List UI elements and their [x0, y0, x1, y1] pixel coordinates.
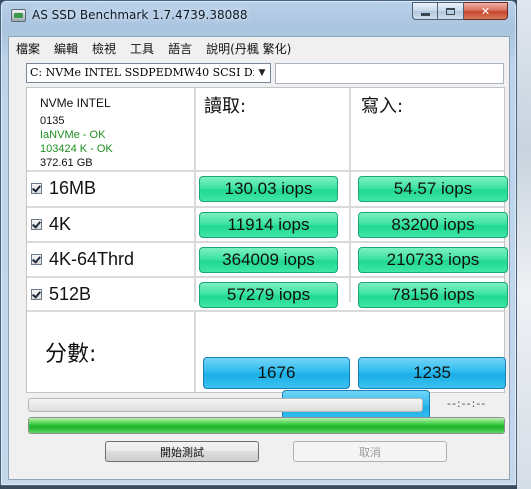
grid-divider	[27, 170, 504, 172]
menu-edit[interactable]: 編輯	[47, 37, 85, 56]
grid-divider	[349, 88, 351, 302]
grid-divider	[27, 276, 504, 278]
write-column-header: 寫入:	[361, 96, 404, 117]
window-title: AS SSD Benchmark 1.7.4739.38088	[32, 8, 248, 22]
maximize-button[interactable]	[438, 2, 464, 20]
alignment-status: 103424 K - OK	[40, 143, 113, 155]
elapsed-timer: --:--:--	[447, 397, 487, 410]
grid-divider	[194, 88, 196, 302]
checkbox-512b[interactable]	[31, 288, 42, 300]
caption-buttons: ✕	[412, 2, 508, 21]
write-result-4k-64thrd: 210733 iops	[358, 247, 508, 273]
test-label-16mb: 16MB	[49, 177, 97, 198]
drive-select-value: C: NVMe INTEL SSDPEDMW40 SCSI Disk D	[30, 66, 271, 79]
grid-divider	[27, 206, 504, 208]
write-result-4k: 83200 iops	[358, 212, 508, 238]
checkbox-4k-64thrd[interactable]	[31, 253, 42, 265]
drive-firmware: 0135	[40, 115, 65, 127]
read-result-4k: 11914 iops	[199, 212, 338, 238]
app-icon	[11, 9, 26, 22]
read-column-header: 讀取:	[204, 96, 247, 117]
checkbox-4k[interactable]	[31, 218, 42, 230]
title-bar[interactable]: AS SSD Benchmark 1.7.4739.38088 ✕	[1, 1, 516, 29]
close-icon: ✕	[480, 4, 491, 18]
results-grid: NVMe INTEL 0135 IaNVMe - OK 103424 K - O…	[26, 87, 508, 422]
menu-bar: 檔案 編輯 檢視 工具 語言 說明(丹楓 繁化)	[9, 37, 509, 59]
drive-capacity: 372.61 GB	[40, 157, 93, 169]
read-result-512b: 57279 iops	[199, 282, 338, 308]
maximize-icon	[446, 7, 455, 15]
read-result-16mb: 130.03 iops	[199, 176, 338, 202]
cancel-button[interactable]: 取消	[293, 441, 447, 462]
overall-progress-fill	[29, 418, 504, 433]
test-row-16mb: 16MB	[31, 173, 96, 203]
dropdown-arrow-icon[interactable]: ▼	[254, 64, 270, 82]
write-result-512b: 78156 iops	[358, 282, 508, 308]
drive-model: NVMe INTEL	[40, 96, 111, 110]
menu-view[interactable]: 檢視	[85, 37, 123, 56]
close-button[interactable]: ✕	[464, 2, 508, 20]
desktop-background	[517, 0, 531, 489]
test-label-4k: 4K	[49, 213, 72, 234]
minimize-icon	[420, 12, 430, 16]
test-row-512b: 512B	[31, 279, 91, 309]
drive-select[interactable]: C: NVMe INTEL SSDPEDMW40 SCSI Disk D ▼	[26, 63, 271, 83]
grid-divider	[27, 310, 504, 312]
test-row-4k: 4K	[31, 209, 71, 239]
drive-info-field[interactable]	[275, 63, 504, 84]
app-window: AS SSD Benchmark 1.7.4739.38088 ✕ 檔案 編輯 …	[0, 0, 517, 486]
test-row-4k-64thrd: 4K-64Thrd	[31, 244, 134, 274]
menu-help[interactable]: 說明(丹楓 繁化)	[199, 37, 298, 56]
write-result-16mb: 54.57 iops	[358, 176, 508, 202]
minimize-button[interactable]	[412, 2, 438, 20]
grid-divider	[27, 241, 504, 243]
read-result-4k-64thrd: 364009 iops	[199, 247, 338, 273]
overall-progress-bar	[28, 417, 505, 434]
grid-divider	[194, 310, 196, 392]
driver-status: IaNVMe - OK	[40, 129, 106, 141]
write-score: 1235	[358, 357, 506, 389]
test-label-4k-64thrd: 4K-64Thrd	[49, 248, 135, 269]
test-label-512b: 512B	[49, 283, 92, 304]
score-label: 分數:	[45, 342, 97, 367]
test-progress-bar	[28, 398, 423, 412]
read-score: 1676	[203, 357, 350, 389]
menu-tools[interactable]: 工具	[123, 37, 161, 56]
start-button[interactable]: 開始測試	[105, 441, 259, 462]
menu-file[interactable]: 檔案	[9, 37, 47, 56]
client-area: 檔案 編輯 檢視 工具 語言 說明(丹楓 繁化) C: NVMe INTEL S…	[8, 36, 510, 480]
checkbox-16mb[interactable]	[31, 182, 42, 194]
menu-language[interactable]: 語言	[161, 37, 199, 56]
